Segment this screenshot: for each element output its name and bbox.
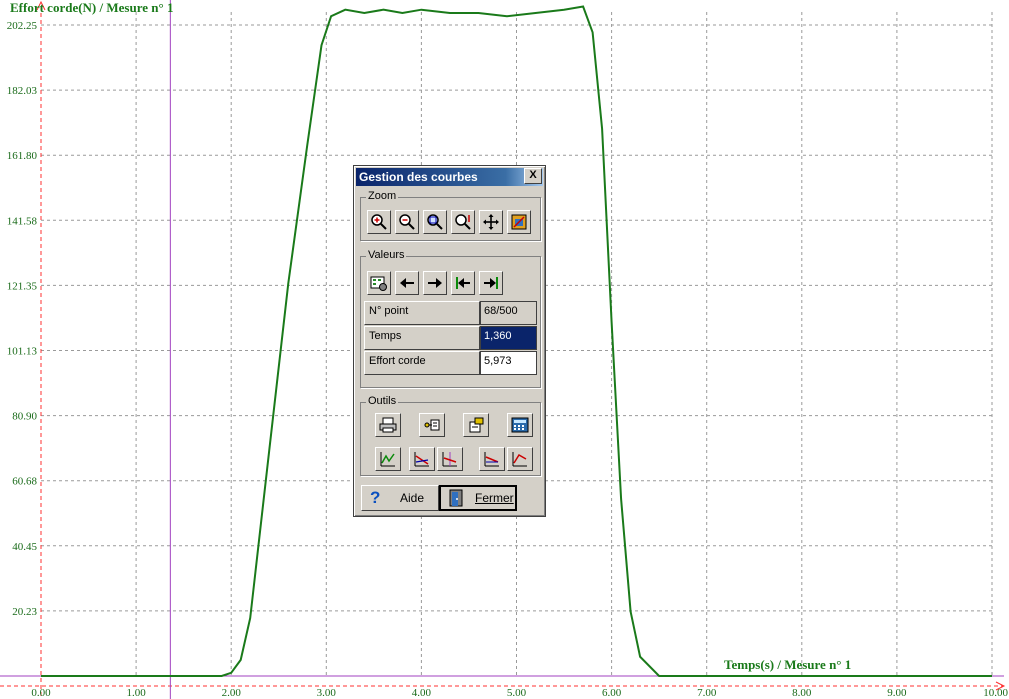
print-button[interactable] xyxy=(375,413,401,437)
printer-icon xyxy=(379,417,397,433)
x-axis-title: Temps(s) / Mesure n° 1 xyxy=(724,657,851,672)
curve-tool-5-button[interactable] xyxy=(507,447,533,471)
curve-icon xyxy=(414,452,429,467)
curve-icon xyxy=(380,452,395,467)
first-point-button[interactable] xyxy=(451,271,475,295)
last-point-button[interactable] xyxy=(479,271,503,295)
x-tick-label: 9.00 xyxy=(887,687,907,699)
tools-group: Outils xyxy=(360,395,541,476)
cursor-tool-button[interactable] xyxy=(419,413,445,437)
x-tick-label: 7.00 xyxy=(697,687,717,699)
help-button-label: Aide xyxy=(400,491,425,505)
export-button[interactable] xyxy=(463,413,489,437)
x-tick-label: 6.00 xyxy=(602,687,622,699)
y-tick-label: 202.25 xyxy=(7,20,38,32)
y-tick-label: 101.13 xyxy=(7,346,38,358)
curve-tool-2-button[interactable] xyxy=(409,447,435,471)
zoom-window-icon xyxy=(427,214,443,230)
x-tick-label: 1.00 xyxy=(126,687,146,699)
x-tick-label: 4.00 xyxy=(412,687,432,699)
y-tick-label: 161.80 xyxy=(7,150,38,162)
curve-icon xyxy=(484,452,499,467)
zoom-group: Zoom xyxy=(360,190,541,241)
curve-manager-dialog: Gestion des courbes X Zoom Valeurs N° po… xyxy=(353,165,546,517)
y-tick-label: 182.03 xyxy=(7,85,38,97)
arrow-right-icon xyxy=(428,278,442,288)
tool-icon xyxy=(424,419,440,431)
tools-group-label: Outils xyxy=(366,395,399,407)
help-button[interactable]: ? Aide xyxy=(361,485,439,511)
x-tick-label: 2.00 xyxy=(222,687,242,699)
zoom-vertical-button[interactable] xyxy=(451,210,475,234)
close-button[interactable]: Fermer xyxy=(439,485,517,511)
move-button[interactable] xyxy=(479,210,503,234)
door-icon xyxy=(449,489,463,507)
zoom-out-icon xyxy=(399,214,415,230)
full-view-icon xyxy=(511,214,527,230)
close-icon[interactable]: X xyxy=(524,168,542,184)
zoom-out-button[interactable] xyxy=(395,210,419,234)
zoom-window-button[interactable] xyxy=(423,210,447,234)
x-tick-labels: 0.00 1.00 2.00 3.00 4.00 5.00 6.00 7.00 8.00 9.00… xyxy=(31,687,1008,699)
x-tick-label: 5.00 xyxy=(507,687,527,699)
values-group-label: Valeurs xyxy=(366,249,407,261)
values-row-time: Temps 1,360 xyxy=(364,326,537,350)
export-icon xyxy=(469,417,484,433)
full-view-button[interactable] xyxy=(507,210,531,234)
move-icon xyxy=(483,214,499,230)
time-value[interactable]: 1,360 xyxy=(480,326,537,350)
arrow-left-icon xyxy=(400,278,414,288)
question-icon: ? xyxy=(370,488,381,507)
y-axis-title: Effort corde(N) / Mesure n° 1 xyxy=(10,0,173,15)
zoom-group-label: Zoom xyxy=(366,190,399,202)
force-value[interactable]: 5,973 xyxy=(480,351,537,375)
y-tick-labels: 20.23 40.45 60.68 80.90 101.13 121.35 141.58 16… xyxy=(7,20,38,618)
zoom-in-icon xyxy=(371,214,387,230)
y-tick-label: 141.58 xyxy=(7,215,38,227)
x-tick-label: 0.00 xyxy=(31,687,51,699)
curve-tool-1-button[interactable] xyxy=(375,447,401,471)
y-tick-label: 40.45 xyxy=(12,541,37,553)
values-settings-button[interactable] xyxy=(367,271,391,295)
arrow-last-icon xyxy=(484,277,498,289)
curve-tool-4-button[interactable] xyxy=(479,447,505,471)
y-tick-label: 60.68 xyxy=(12,476,37,488)
x-tick-label: 3.00 xyxy=(317,687,337,699)
arrow-first-icon xyxy=(456,277,470,289)
previous-point-button[interactable] xyxy=(395,271,419,295)
point-label: N° point xyxy=(364,301,480,325)
point-value: 68/500 xyxy=(480,301,537,325)
values-row-point: N° point 68/500 xyxy=(364,301,537,325)
values-row-force: Effort corde 5,973 xyxy=(364,351,537,375)
close-button-label: Fermer xyxy=(475,491,514,505)
calculator-icon xyxy=(511,417,529,433)
x-tick-label: 10.00 xyxy=(983,687,1008,699)
y-tick-label: 20.23 xyxy=(12,606,37,618)
next-point-button[interactable] xyxy=(423,271,447,295)
values-group: Valeurs N° point 68/500 Temps 1,360 Effo… xyxy=(360,249,541,388)
zoom-vertical-icon xyxy=(455,214,471,230)
values-settings-icon xyxy=(370,276,387,291)
dialog-title: Gestion des courbes xyxy=(356,168,543,186)
time-label: Temps xyxy=(364,326,480,350)
force-label: Effort corde xyxy=(364,351,480,375)
y-tick-label: 121.35 xyxy=(7,280,38,292)
x-tick-label: 8.00 xyxy=(792,687,812,699)
zoom-in-button[interactable] xyxy=(367,210,391,234)
y-tick-label: 80.90 xyxy=(12,411,37,423)
curve-tool-3-button[interactable] xyxy=(437,447,463,471)
curve-icon xyxy=(512,452,527,467)
curve-icon xyxy=(442,452,457,467)
calculator-button[interactable] xyxy=(507,413,533,437)
